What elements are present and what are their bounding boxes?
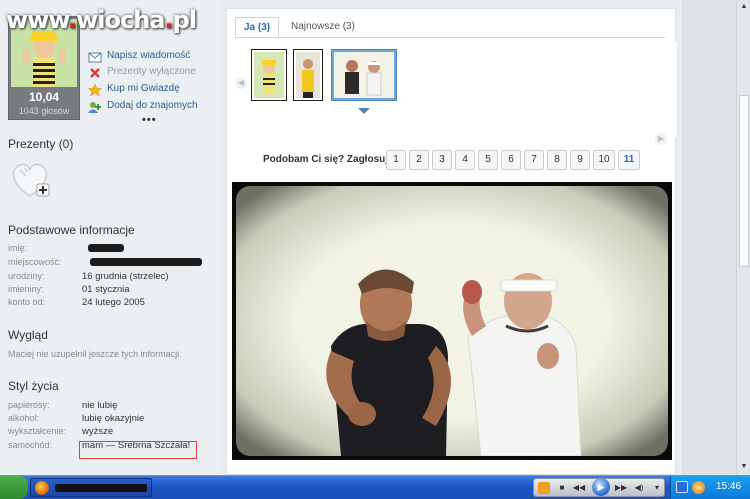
rating-button[interactable]: 9	[570, 150, 590, 170]
rating-label: Podobam Ci się? Zagłosuj:	[263, 154, 392, 165]
info-row: alkohol: lubię okazyjnie	[8, 413, 145, 424]
close-icon	[90, 68, 100, 78]
rating-button[interactable]: 7	[524, 150, 544, 170]
appearance-empty-note: Maciej nie uzupełnił jeszcze tych inform…	[8, 349, 182, 359]
info-row: wykształcenie: wyższe	[8, 426, 114, 437]
rating-button[interactable]: 10	[593, 150, 615, 170]
scroll-down-icon[interactable]: ▼	[739, 462, 749, 472]
taskbar: ■ ◀◀ ▶ ▶▶ ◀) ▾ 15:46	[0, 475, 750, 499]
info-row: imieniny: 01 stycznia	[8, 284, 130, 295]
watermark-logo: www.wiocha.pl	[6, 6, 197, 34]
info-row: konto od: 24 lutego 2005	[8, 297, 145, 308]
appearance-heading: Wygląd	[8, 328, 48, 342]
menu-arrow-icon[interactable]: ▾	[652, 482, 662, 494]
volume-icon[interactable]: ◀)	[632, 482, 646, 494]
rating-button[interactable]: 11	[618, 150, 640, 170]
scrollbar[interactable]: ▲ ▼	[736, 0, 750, 475]
profile-vote-count: 1043 głosów	[18, 106, 70, 116]
stop-icon[interactable]: ■	[556, 482, 568, 494]
photo-panel: Ja (3) Najnowsze (3) ◀ ▶ Podobam Ci się?…	[226, 8, 677, 475]
page-gutter	[682, 0, 736, 475]
profile-score: 10,04	[28, 90, 60, 104]
media-icon[interactable]	[538, 482, 550, 494]
firefox-icon	[35, 481, 49, 495]
media-player-controls: ■ ◀◀ ▶ ▶▶ ◀) ▾	[533, 478, 665, 497]
main-photo[interactable]	[232, 182, 672, 460]
lifestyle-heading: Styl życia	[8, 379, 59, 393]
previous-icon[interactable]: ◀◀	[572, 482, 586, 494]
clock: 15:46	[716, 481, 742, 492]
add-friend-icon	[88, 102, 101, 113]
basic-info-heading: Podstawowe informacje	[8, 223, 135, 237]
redaction-mark	[88, 244, 124, 252]
photo-thumbnail-selected[interactable]	[331, 49, 397, 101]
gifts-heading: Prezenty (0)	[8, 137, 74, 151]
taskbar-firefox-window[interactable]	[30, 478, 152, 497]
thumbnail-strip: ◀ ▶	[227, 41, 677, 145]
selection-marker-icon	[358, 108, 370, 114]
star-icon	[88, 84, 102, 96]
info-row: papierosy: nie lubię	[8, 400, 118, 411]
info-row: miejscowość:	[8, 257, 218, 269]
rating-button[interactable]: 4	[455, 150, 475, 170]
redaction-mark	[90, 258, 202, 266]
photo-thumbnail[interactable]	[251, 49, 287, 101]
redaction-mark	[55, 484, 147, 492]
highlight-box	[79, 441, 197, 459]
photo-thumbnail[interactable]	[293, 49, 323, 101]
start-button[interactable]	[0, 476, 28, 499]
prev-arrow-icon[interactable]: ◀	[235, 77, 247, 89]
tab-me[interactable]: Ja (3)	[235, 17, 280, 37]
rating-button[interactable]: 6	[501, 150, 521, 170]
scrollbar-thumb[interactable]	[739, 95, 749, 267]
tab-newest[interactable]: Najnowsze (3)	[283, 17, 363, 37]
system-tray: 15:46	[670, 476, 750, 499]
gift-heart-icon[interactable]	[10, 160, 52, 200]
play-icon[interactable]: ▶	[592, 478, 610, 496]
info-row: imię:	[8, 243, 218, 255]
rating-button[interactable]: 8	[547, 150, 567, 170]
rating-button[interactable]: 1	[386, 150, 406, 170]
info-row: urodziny: 16 grudnia (strzelec)	[8, 271, 169, 282]
browser-tray-icon[interactable]	[692, 481, 705, 494]
scroll-up-icon[interactable]: ▲	[739, 2, 749, 12]
profile-sidebar: www.wiocha.pl 10,04 1043 głosów Napisz w…	[0, 0, 222, 475]
tab-divider	[235, 37, 665, 38]
network-icon[interactable]	[676, 481, 688, 493]
rating-button[interactable]: 5	[478, 150, 498, 170]
rating-button[interactable]: 2	[409, 150, 429, 170]
next-icon[interactable]: ▶▶	[614, 482, 628, 494]
next-arrow-icon[interactable]: ▶	[655, 133, 667, 145]
rating-button[interactable]: 3	[432, 150, 452, 170]
more-button[interactable]: •••	[142, 114, 157, 126]
envelope-icon	[88, 52, 102, 63]
